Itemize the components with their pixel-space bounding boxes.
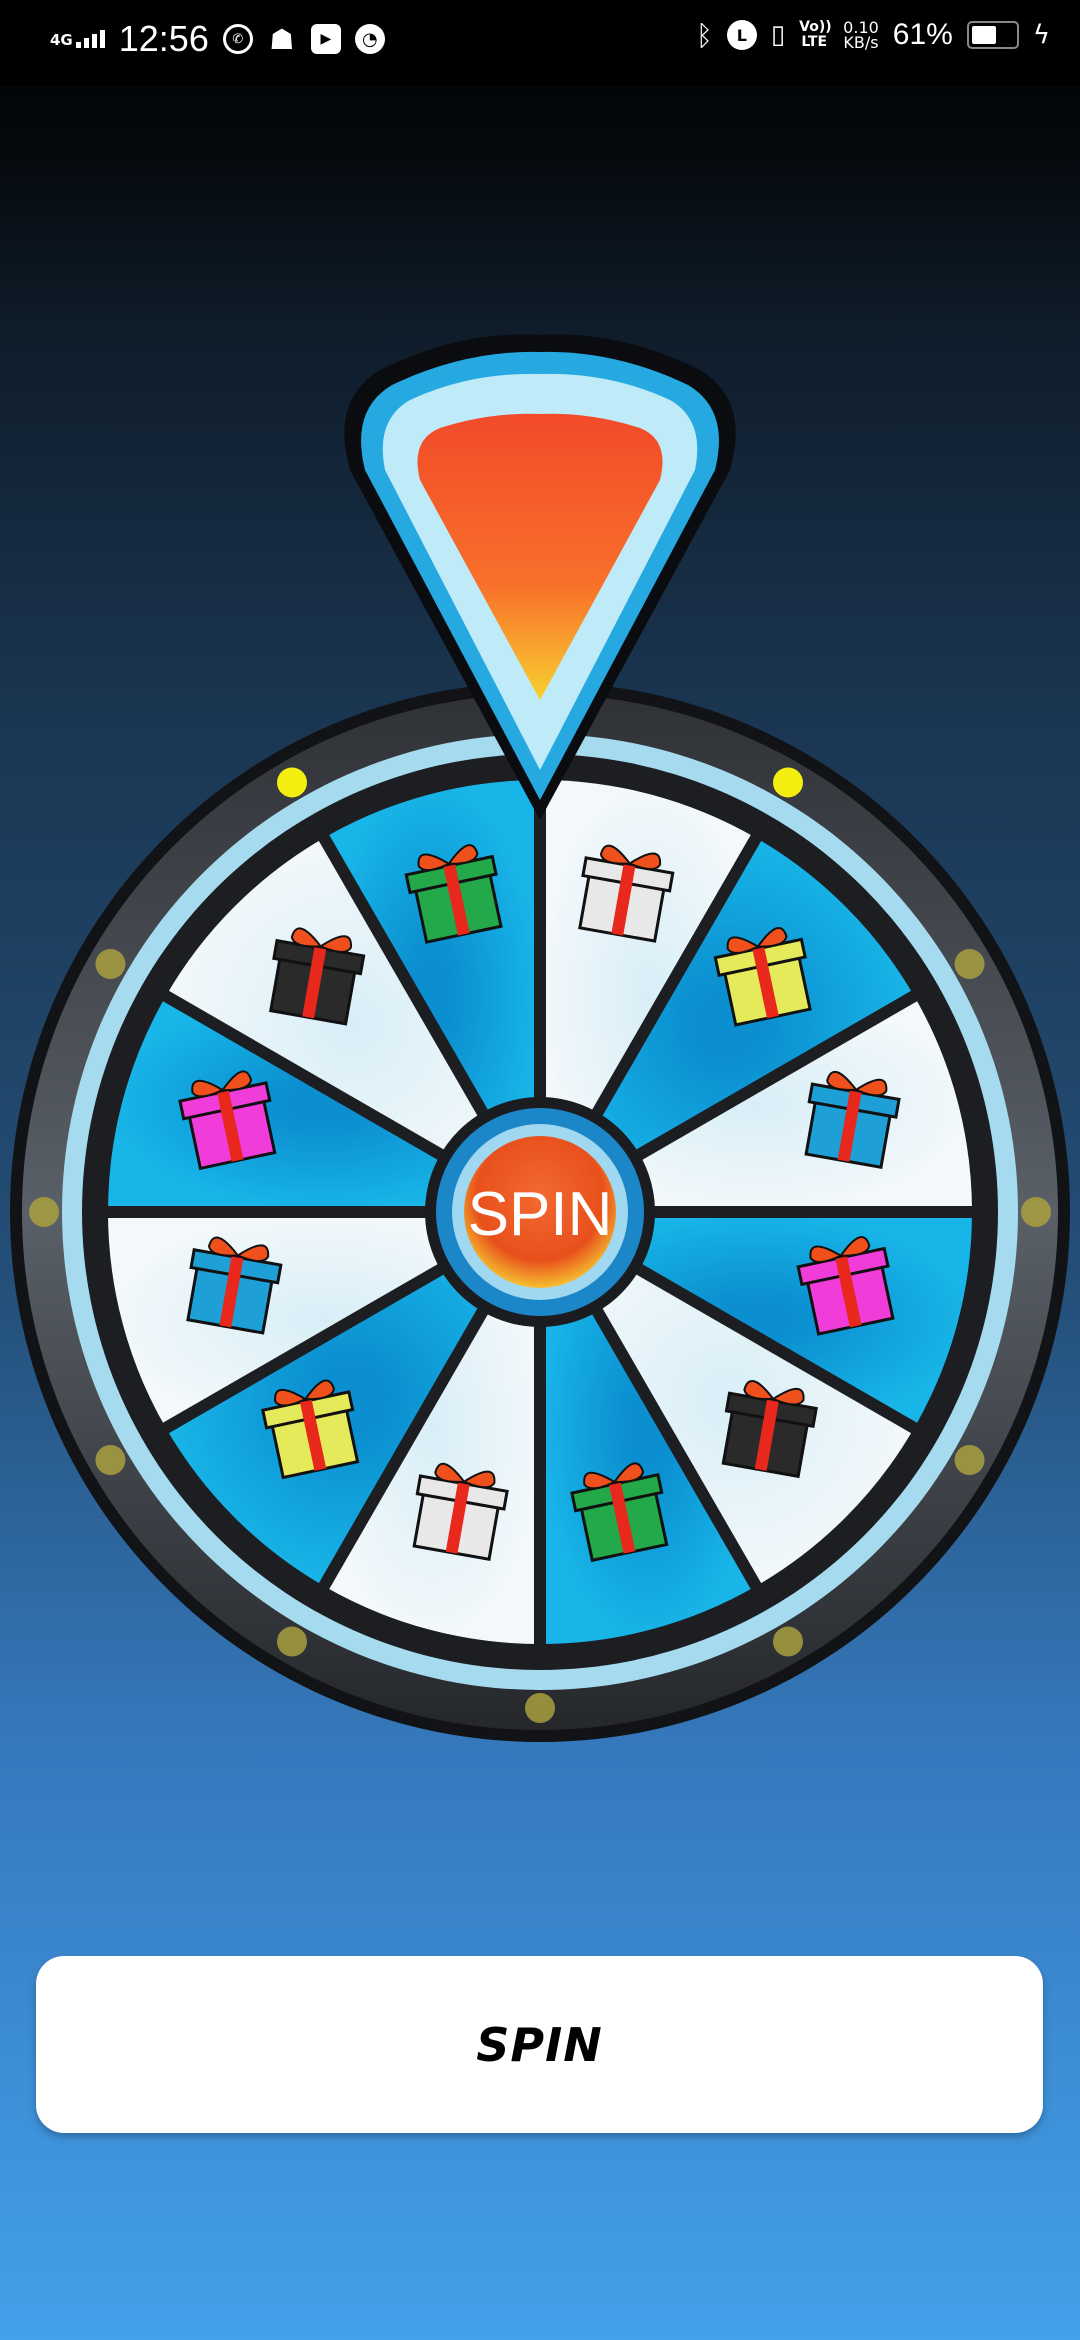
hub-spin-label: SPIN (468, 1180, 613, 1249)
alarm-icon: L (726, 20, 757, 50)
battery-icon (966, 21, 1019, 49)
wheel-light-bulb (773, 1626, 803, 1657)
spin-button-label: SPIN (476, 2017, 603, 2072)
speedometer-icon: ◔ (354, 24, 385, 54)
wheel-light-bulb (954, 949, 985, 979)
wheel-light-bulb (525, 1693, 555, 1723)
youtube-icon: ▶ (310, 24, 341, 54)
battery-percent: 61% (892, 18, 953, 51)
signal-icon (75, 30, 105, 48)
status-bar: 4G 12:56 ✆ ☗ ▶ ◔ ᛒ L ▯ Vo)) LTE 0.10 KB/… (0, 0, 1080, 86)
bluetooth-icon: ᛒ (696, 18, 713, 52)
network-speed: 0.10 KB/s (843, 20, 879, 52)
prize-wheel[interactable]: SPIN (0, 300, 1080, 1760)
wheel-light-bulb (95, 1445, 126, 1475)
network-type: 4G (50, 31, 73, 49)
spin-button[interactable]: SPIN (36, 1956, 1043, 2133)
wheel-light-bulb (954, 1445, 985, 1475)
spin-hub[interactable]: SPIN (425, 1097, 655, 1327)
speed-unit: KB/s (843, 33, 879, 52)
clock: 12:56 (118, 18, 209, 59)
wheel-light-bulb (1021, 1197, 1051, 1227)
network-indicator: 4G (50, 30, 105, 48)
wheel-light-bulb (773, 767, 803, 798)
whatsapp-icon: ✆ (222, 24, 253, 54)
wheel-light-bulb (277, 767, 307, 798)
wheel-light-bulb (29, 1197, 59, 1227)
charging-icon: ϟ (1032, 20, 1050, 50)
volte-indicator: Vo)) LTE (799, 19, 832, 50)
vibrate-icon: ▯ (770, 20, 786, 50)
wheel-light-bulb (95, 949, 126, 979)
wheel-light-bulb (277, 1626, 307, 1657)
snapchat-icon: ☗ (269, 22, 295, 56)
